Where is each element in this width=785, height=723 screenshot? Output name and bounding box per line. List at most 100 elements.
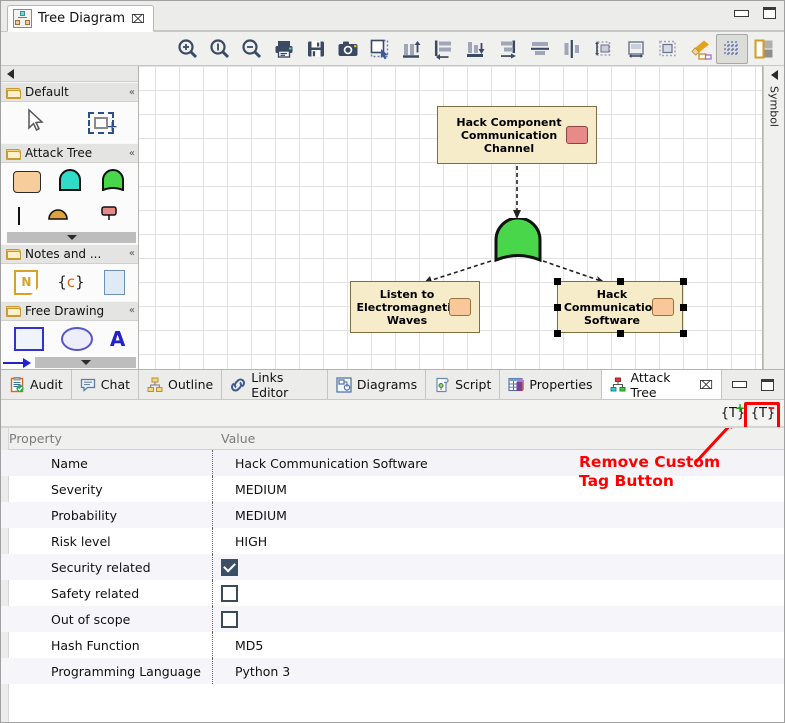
resize-handle-nw[interactable] (554, 278, 561, 285)
resize-handle-n[interactable] (617, 278, 624, 285)
diagram-node-listen[interactable]: Listen to Electromagnetic Waves (350, 281, 480, 333)
node-label: Listen to Electromagnetic Waves (356, 288, 457, 327)
tab-attack-tree[interactable]: Attack Tree ⌧ (602, 370, 722, 399)
palette-tool-marquee[interactable] (88, 112, 114, 134)
palette-section-notes[interactable]: Notes and ... « (1, 244, 138, 264)
collapse-chevron-icon[interactable]: « (129, 87, 133, 98)
tab-chat[interactable]: Chat (72, 370, 139, 399)
palette-node-extra-1[interactable] (46, 205, 70, 226)
collapse-chevron-icon[interactable]: « (129, 305, 133, 316)
palette-section-label: Default (25, 85, 69, 99)
tab-links-editor[interactable]: Links Editor (222, 370, 328, 399)
align-top-button[interactable] (396, 34, 428, 64)
palette-scroll-free-drawing[interactable] (1, 357, 138, 369)
collapse-chevron-icon[interactable]: « (129, 248, 133, 259)
resize-handle-w[interactable] (554, 304, 561, 311)
table-row[interactable]: Probability MEDIUM (1, 502, 784, 528)
table-row[interactable]: Hash Function MD5 (1, 632, 784, 658)
checkbox-out-of-scope[interactable] (221, 611, 238, 628)
zoom-actual-button[interactable] (204, 34, 236, 64)
checkbox-safety-related[interactable] (221, 585, 238, 602)
palette-collapse-bar[interactable] (1, 66, 138, 82)
tab-diagrams[interactable]: Diagrams (328, 370, 426, 399)
document-tab-tree-diagram[interactable]: Tree Diagram ⌧ (7, 5, 154, 32)
row-value[interactable]: MD5 (213, 632, 784, 658)
row-value[interactable]: MEDIUM (213, 502, 784, 528)
distribute-vertical-button[interactable] (588, 34, 620, 64)
match-size-button[interactable] (652, 34, 684, 64)
collapse-chevron-icon[interactable]: « (129, 148, 133, 159)
diagram-canvas[interactable]: Hack Component Communication Channel Lis… (139, 66, 762, 369)
diagram-node-hack-software[interactable]: Hack Communication Software (557, 281, 683, 333)
chevron-left-icon[interactable] (7, 69, 14, 79)
table-row[interactable]: Safety related (1, 580, 784, 606)
close-icon[interactable]: ⌧ (699, 379, 713, 391)
minimize-icon[interactable] (734, 10, 749, 17)
checkbox-security-related[interactable] (221, 559, 238, 576)
resize-handle-sw[interactable] (554, 330, 561, 337)
resize-handle-e[interactable] (680, 304, 687, 311)
table-row[interactable]: Programming Language Python 3 (1, 658, 784, 684)
palette-section-attack-tree[interactable]: Attack Tree « (1, 143, 138, 163)
maximize-icon[interactable] (763, 7, 776, 19)
format-painter-button[interactable] (684, 34, 716, 64)
palette-scroll-attack-tree[interactable] (1, 231, 138, 243)
table-row[interactable]: Risk level HIGH (1, 528, 784, 554)
close-icon[interactable]: ⌧ (131, 13, 145, 25)
scroll-down-handle[interactable] (7, 232, 136, 243)
table-row[interactable]: Out of scope (1, 606, 784, 632)
node-label: Hack Component Communication Channel (444, 116, 574, 155)
palette-arrow[interactable] (3, 358, 31, 368)
row-property: Severity (1, 476, 213, 502)
select-area-button[interactable] (364, 34, 396, 64)
align-left-button[interactable] (428, 34, 460, 64)
tab-outline[interactable]: Outline (139, 370, 222, 399)
zoom-out-button[interactable] (236, 34, 268, 64)
palette-node-extra-2[interactable] (97, 205, 121, 226)
palette-node-leaf[interactable] (13, 171, 41, 193)
center-vertical-button[interactable] (556, 34, 588, 64)
palette-document[interactable] (104, 270, 125, 295)
distribute-horizontal-button[interactable] (620, 34, 652, 64)
palette-section-free-drawing[interactable]: Free Drawing « (1, 301, 138, 321)
palette-section-default[interactable]: Default « (1, 82, 138, 102)
resize-handle-ne[interactable] (680, 278, 687, 285)
palette-gate-and[interactable] (57, 169, 83, 194)
add-custom-tag-button[interactable]: {T} + (720, 402, 746, 424)
chevron-left-icon[interactable] (771, 70, 778, 80)
window-controls (734, 7, 776, 19)
save-button[interactable] (300, 34, 332, 64)
scroll-down-handle[interactable] (35, 357, 136, 368)
minimize-icon[interactable] (732, 381, 747, 388)
column-header-property: Property (1, 431, 213, 446)
diagram-node-root[interactable]: Hack Component Communication Channel (437, 106, 597, 164)
layout-panel-button[interactable] (748, 34, 780, 64)
palette-rectangle[interactable] (14, 327, 44, 351)
remove-custom-tag-button[interactable]: {T} – (750, 402, 776, 424)
tab-properties[interactable]: Properties (500, 370, 601, 399)
tab-script[interactable]: Script (426, 370, 500, 399)
symbol-panel[interactable]: Symbol (763, 66, 784, 369)
align-right-button[interactable] (492, 34, 524, 64)
row-value[interactable]: Python 3 (213, 658, 784, 684)
row-value[interactable]: HIGH (213, 528, 784, 554)
align-bottom-button[interactable] (460, 34, 492, 64)
zoom-in-button[interactable] (172, 34, 204, 64)
palette-ellipse[interactable] (61, 327, 93, 351)
center-horizontal-button[interactable] (524, 34, 556, 64)
screenshot-button[interactable] (332, 34, 364, 64)
palette-text[interactable]: A (110, 329, 125, 349)
resize-handle-se[interactable] (680, 330, 687, 337)
diagram-or-gate[interactable] (492, 218, 544, 262)
tab-audit[interactable]: Audit (1, 370, 72, 399)
palette-note[interactable]: N (14, 270, 38, 295)
toggle-grid-button[interactable] (716, 34, 748, 64)
palette-constraint[interactable]: {c} (57, 273, 84, 291)
resize-handle-s[interactable] (617, 330, 624, 337)
maximize-icon[interactable] (761, 379, 774, 391)
table-row[interactable]: Security related (1, 554, 784, 580)
palette-tool-select[interactable] (25, 108, 49, 137)
palette-gate-or[interactable] (100, 169, 126, 194)
print-button[interactable] (268, 34, 300, 64)
diagram-canvas-container[interactable]: Hack Component Communication Channel Lis… (139, 66, 763, 369)
